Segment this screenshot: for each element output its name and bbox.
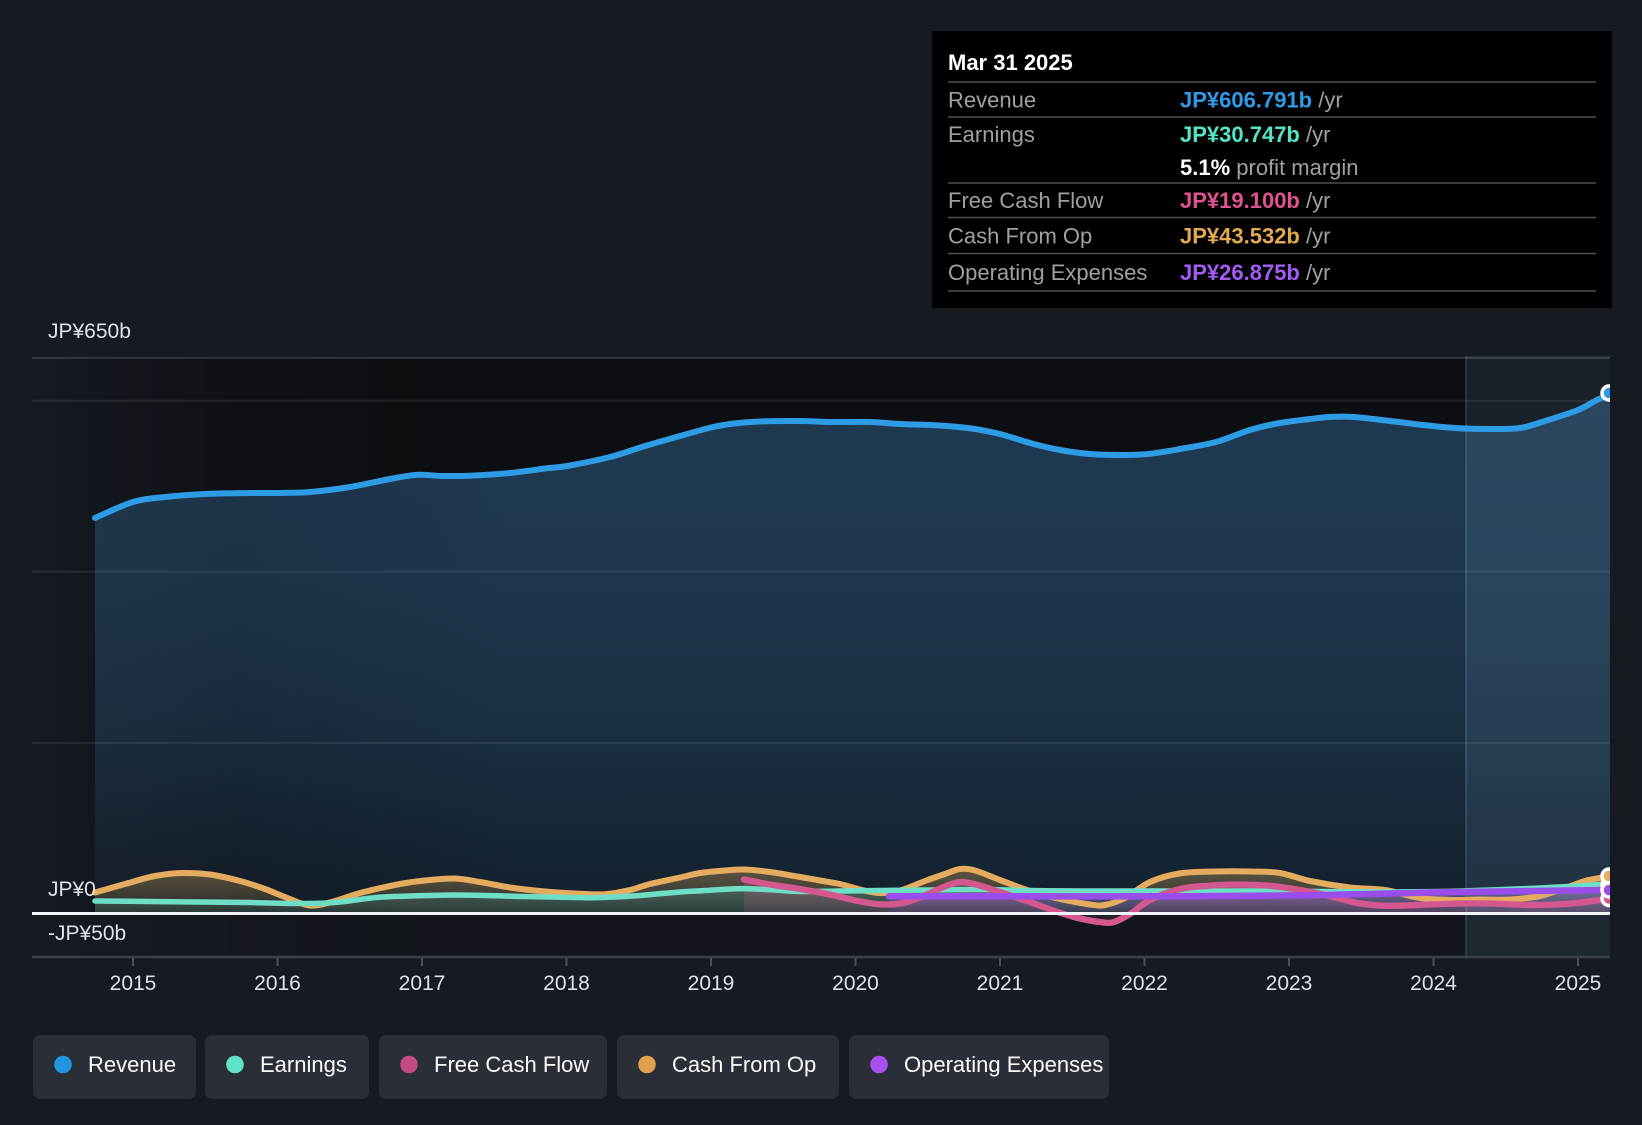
svg-text:2018: 2018 [543, 972, 590, 995]
svg-text:2024: 2024 [1410, 972, 1457, 995]
svg-text:2025: 2025 [1555, 972, 1602, 995]
svg-text:Operating Expenses: Operating Expenses [904, 1052, 1103, 1077]
svg-text:2019: 2019 [688, 972, 735, 995]
svg-text:2020: 2020 [832, 972, 879, 995]
svg-text:Cash From Op: Cash From Op [948, 224, 1092, 249]
svg-text:2017: 2017 [399, 972, 446, 995]
svg-text:Free Cash Flow: Free Cash Flow [434, 1052, 589, 1077]
svg-text:Earnings: Earnings [948, 122, 1035, 147]
svg-text:JP¥43.532b /yr: JP¥43.532b /yr [1180, 224, 1330, 249]
svg-text:Earnings: Earnings [260, 1052, 347, 1077]
svg-text:JP¥19.100b /yr: JP¥19.100b /yr [1180, 188, 1330, 213]
svg-text:-JP¥50b: -JP¥50b [48, 922, 126, 945]
svg-text:Mar 31 2025: Mar 31 2025 [948, 50, 1073, 75]
svg-text:2015: 2015 [110, 972, 157, 995]
svg-text:Revenue: Revenue [948, 88, 1036, 113]
svg-text:2021: 2021 [977, 972, 1024, 995]
svg-text:2022: 2022 [1121, 972, 1168, 995]
svg-text:JP¥30.747b /yr: JP¥30.747b /yr [1180, 122, 1330, 147]
svg-text:JP¥650b: JP¥650b [48, 320, 131, 343]
svg-text:Cash From Op: Cash From Op [672, 1052, 816, 1077]
svg-text:5.1% profit margin: 5.1% profit margin [1180, 155, 1359, 180]
svg-text:JP¥0: JP¥0 [48, 878, 96, 901]
svg-text:Free Cash Flow: Free Cash Flow [948, 188, 1103, 213]
svg-text:2016: 2016 [254, 972, 301, 995]
svg-text:2023: 2023 [1266, 972, 1313, 995]
svg-text:Revenue: Revenue [88, 1052, 176, 1077]
svg-text:JP¥606.791b /yr: JP¥606.791b /yr [1180, 88, 1343, 113]
svg-text:Operating Expenses: Operating Expenses [948, 260, 1147, 285]
svg-text:JP¥26.875b /yr: JP¥26.875b /yr [1180, 260, 1330, 285]
